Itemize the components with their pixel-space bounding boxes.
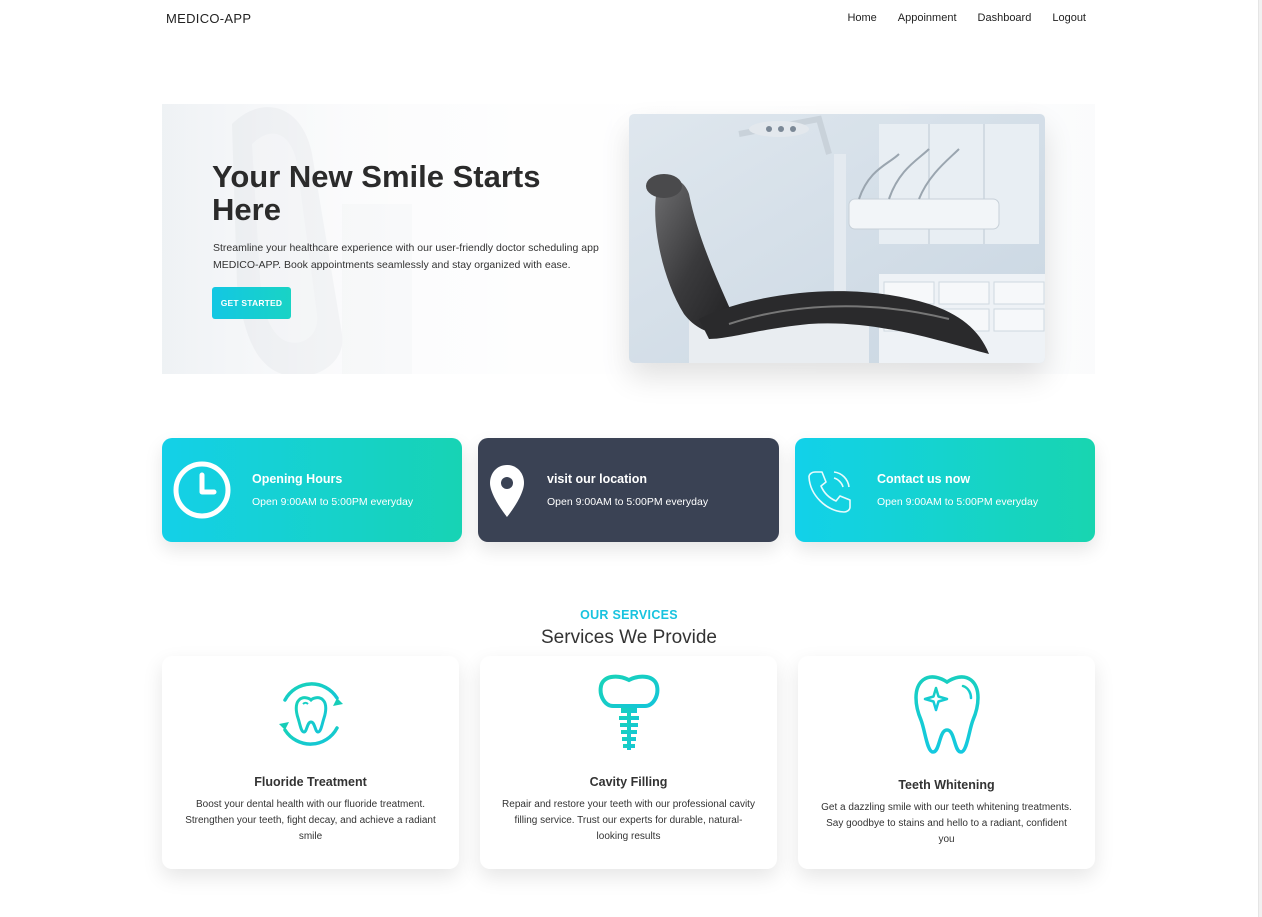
scrollbar[interactable] (1258, 0, 1262, 917)
nav-appointment-link[interactable]: Appoinment (898, 12, 957, 24)
service-description: Repair and restore your teeth with our p… (502, 799, 755, 842)
info-card-location: visit our location Open 9:00AM to 5:00PM… (478, 438, 779, 542)
services-kicker: OUR SERVICES (580, 608, 678, 622)
info-card-text: Open 9:00AM to 5:00PM everyday (252, 496, 414, 508)
info-card-title: Contact us now (877, 472, 971, 486)
nav-dashboard-link[interactable]: Dashboard (978, 12, 1032, 24)
info-card-title: visit our location (547, 472, 648, 486)
nav-home-link[interactable]: Home (847, 12, 876, 24)
dental-implant-icon (598, 674, 659, 750)
hero-description: Streamline your healthcare experience wi… (213, 242, 599, 271)
location-pin-icon (490, 465, 524, 517)
info-card-text: Open 9:00AM to 5:00PM everyday (547, 496, 709, 508)
hero-dental-chair-image (629, 114, 1045, 363)
nav-logout-link[interactable]: Logout (1052, 12, 1086, 24)
info-card-contact: Contact us now Open 9:00AM to 5:00PM eve… (795, 438, 1095, 542)
hero-title: Your New Smile Starts Here (212, 159, 541, 227)
service-title: Cavity Filling (589, 775, 668, 789)
navbar: MEDICO-APP Home Appoinment Dashboard Log… (0, 0, 1258, 38)
service-description: Get a dazzling smile with our teeth whit… (821, 802, 1072, 845)
get-started-button[interactable]: GET STARTED (212, 287, 291, 319)
info-card-opening-hours: Opening Hours Open 9:00AM to 5:00PM ever… (162, 438, 462, 542)
service-title: Fluoride Treatment (254, 775, 367, 789)
service-title: Teeth Whitening (898, 778, 995, 792)
sparkle-tooth-icon (913, 675, 980, 754)
services-heading: Services We Provide (541, 627, 717, 648)
info-card-text: Open 9:00AM to 5:00PM everyday (877, 496, 1039, 508)
phone-icon (808, 471, 851, 513)
fluoride-tooth-icon (278, 682, 343, 746)
nav-links: Home Appoinment Dashboard Logout (847, 12, 1086, 24)
brand-logo[interactable]: MEDICO-APP (166, 11, 251, 26)
service-card-cavity-filling[interactable]: Cavity Filling Repair and restore your t… (480, 656, 777, 869)
service-card-teeth-whitening[interactable]: Teeth Whitening Get a dazzling smile wit… (798, 656, 1095, 869)
clock-icon (173, 461, 231, 519)
service-description: Boost your dental health with our fluori… (185, 799, 436, 842)
info-card-title: Opening Hours (252, 472, 343, 486)
service-card-fluoride[interactable]: Fluoride Treatment Boost your dental hea… (162, 656, 459, 869)
